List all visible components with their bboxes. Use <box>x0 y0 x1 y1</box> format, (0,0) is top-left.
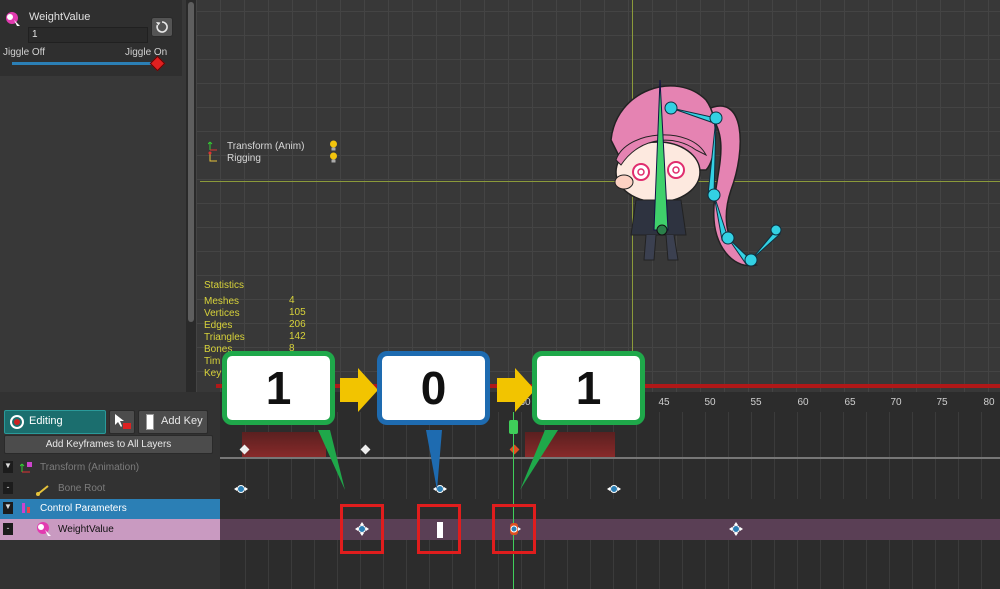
stat-value: 105 <box>289 307 306 318</box>
jiggle-slider-track[interactable] <box>12 62 158 65</box>
track-label: Bone Root <box>58 483 106 494</box>
rigging-icon <box>208 151 218 163</box>
inspector-scrollbar[interactable] <box>186 0 196 392</box>
editing-toggle-button[interactable]: Editing <box>4 410 106 434</box>
expand-toggle[interactable]: - <box>3 523 13 535</box>
record-icon <box>10 415 24 429</box>
ruler-label: 80 <box>983 397 995 408</box>
highlight-box <box>340 504 384 554</box>
refresh-icon <box>156 21 168 33</box>
callout-value-0: 0 <box>377 351 490 425</box>
callout-value-2: 1 <box>532 351 645 425</box>
layer-label-rigging: Rigging <box>227 153 261 164</box>
expand-toggle[interactable]: - <box>3 482 13 494</box>
layer-label-transform: Transform (Anim) <box>227 141 305 152</box>
range-shade <box>525 432 615 458</box>
ruler-label: 30 <box>519 397 531 408</box>
keyframe-icon[interactable] <box>606 483 622 498</box>
ruler-label: 55 <box>750 397 762 408</box>
track-lane[interactable] <box>220 499 1000 519</box>
ruler-label: 75 <box>936 397 948 408</box>
ruler-label: 60 <box>797 397 809 408</box>
stat-label: Vertices <box>204 308 240 319</box>
character-sprite[interactable] <box>596 70 786 280</box>
scene-viewport[interactable]: Transform (Anim) Rigging Statistics Mesh… <box>196 0 1000 392</box>
track-lane-highlighted[interactable] <box>220 519 1000 540</box>
stat-label: Key <box>204 368 222 379</box>
lightbulb-icon[interactable] <box>329 152 338 163</box>
stat-label: Edges <box>204 320 233 331</box>
inspector-panel: WeightValue 1 Jiggle Off Jiggle On <box>0 0 186 392</box>
ruler-label: 50 <box>704 397 716 408</box>
stat-value: 4 <box>289 295 295 306</box>
lightbulb-icon[interactable] <box>329 140 338 151</box>
transform-icon <box>207 139 218 151</box>
track-row-highlighted[interactable]: - WeightValue <box>0 519 220 540</box>
expand-toggle[interactable]: ▼ <box>3 461 13 473</box>
summary-line <box>220 457 1000 459</box>
editing-label: Editing <box>29 415 63 427</box>
summary-key[interactable] <box>509 444 520 455</box>
ruler-label: 65 <box>844 397 856 408</box>
add-all-label: Add Keyframes to All Layers <box>45 439 172 450</box>
highlight-box <box>417 504 461 554</box>
callout-value-1: 1 <box>222 351 335 425</box>
parameter-block: WeightValue 1 Jiggle Off Jiggle On <box>0 0 182 76</box>
playhead-handle[interactable] <box>509 420 518 434</box>
expand-toggle[interactable]: ▼ <box>3 502 13 514</box>
track-row[interactable]: ▼ Transform (Animation) <box>0 458 220 478</box>
statistics-title: Statistics <box>204 280 245 291</box>
slider-min-label: Jiggle Off <box>3 47 46 58</box>
track-label: Control Parameters <box>40 503 127 514</box>
stat-value: 142 <box>289 331 306 342</box>
reset-button[interactable] <box>151 17 173 37</box>
cursor-lock-icon <box>115 414 131 429</box>
lock-selection-button[interactable] <box>109 410 135 434</box>
add-key-button[interactable]: Add Key <box>138 410 208 434</box>
ruler-label: 70 <box>890 397 902 408</box>
playhead-line <box>513 412 514 589</box>
track-label: WeightValue <box>58 524 114 535</box>
param-value-text: 1 <box>32 29 38 40</box>
param-name-label: WeightValue <box>29 11 91 23</box>
key-icon <box>146 414 154 430</box>
slider-max-label: Jiggle On <box>125 47 168 58</box>
stat-label: Tim <box>204 356 221 367</box>
add-key-label: Add Key <box>161 415 203 427</box>
range-shade <box>242 432 326 458</box>
bone-icon <box>36 485 49 496</box>
highlight-box <box>492 504 536 554</box>
keyframe-icon[interactable] <box>728 521 744 540</box>
track-label: Transform (Animation) <box>40 462 140 473</box>
track-row-selected[interactable]: ▼ Control Parameters <box>0 499 220 519</box>
stat-label: Meshes <box>204 296 240 307</box>
summary-key[interactable] <box>360 444 371 455</box>
keyframe-icon[interactable] <box>432 483 448 498</box>
control-params-icon <box>22 503 30 513</box>
timeline-layer-panel: Editing Add Key Add Keyframes to All Lay… <box>0 392 220 589</box>
weight-param-icon <box>4 10 22 28</box>
track-row[interactable]: - Bone Root <box>0 479 220 499</box>
param-value-field[interactable]: 1 <box>28 27 148 43</box>
add-keyframes-all-button[interactable]: Add Keyframes to All Layers <box>4 435 213 454</box>
ruler-label: 45 <box>658 397 670 408</box>
stat-value: 206 <box>289 319 306 330</box>
keyframe-icon[interactable] <box>233 483 249 498</box>
jiggle-slider-handle[interactable] <box>149 55 166 72</box>
weight-param-icon <box>37 522 51 536</box>
transform-anim-icon <box>20 462 32 473</box>
stat-label: Triangles <box>204 332 245 343</box>
